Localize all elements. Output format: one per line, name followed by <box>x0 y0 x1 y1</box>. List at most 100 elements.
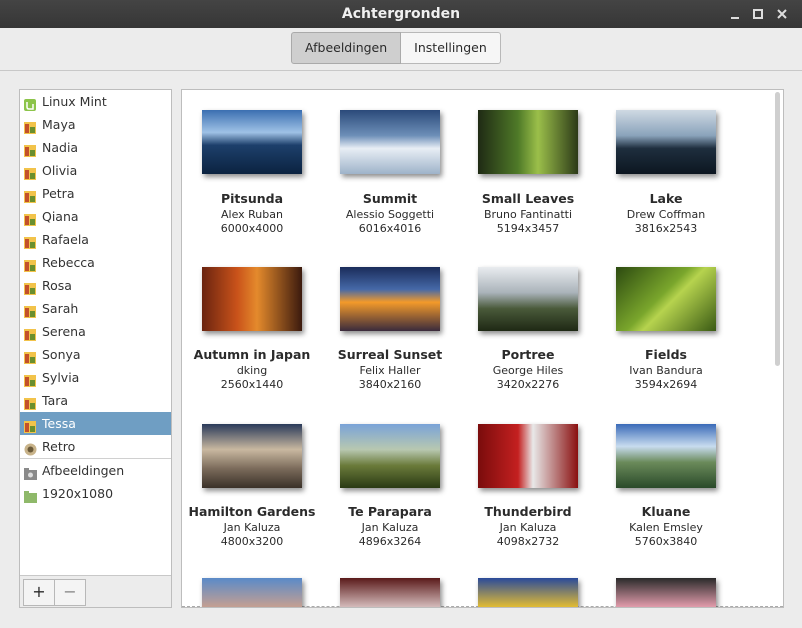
sidebar-item-label: Sarah <box>42 301 79 316</box>
sidebar-item-olivia[interactable]: Olivia <box>20 159 171 182</box>
toolbar: Afbeeldingen Instellingen <box>0 28 802 71</box>
image-folder-icon <box>24 210 36 226</box>
sidebar-item-tara[interactable]: Tara <box>20 389 171 412</box>
wallpaper-name: Hamilton Gardens <box>188 504 316 519</box>
sidebar-item-nadia[interactable]: Nadia <box>20 136 171 159</box>
sidebar-folder-1920x1080[interactable]: 1920x1080 <box>20 482 171 505</box>
window-title: Achtergronden <box>341 6 461 22</box>
sidebar-item-sonya[interactable]: Sonya <box>20 343 171 366</box>
tab-afbeeldingen[interactable]: Afbeeldingen <box>291 32 402 64</box>
sidebar-item-qiana[interactable]: Qiana <box>20 205 171 228</box>
sidebar-item-label: Serena <box>42 324 86 339</box>
wallpaper-name: Pitsunda <box>220 191 284 206</box>
sidebar: Linux Mint Maya Nadia Olivia Petra Qiana Rafae… <box>19 89 172 608</box>
sidebar-folder-label: 1920x1080 <box>42 486 114 501</box>
mint-icon <box>24 95 36 111</box>
sidebar-item-label: Maya <box>42 117 76 132</box>
wallpaper-author: Kalen Emsley <box>629 521 703 534</box>
remove-button[interactable]: − <box>54 579 86 606</box>
sidebar-folder-afbeeldingen[interactable]: Afbeeldingen <box>20 459 171 482</box>
sidebar-item-serena[interactable]: Serena <box>20 320 171 343</box>
sidebar-item-rebecca[interactable]: Rebecca <box>20 251 171 274</box>
sidebar-actions: + − <box>20 575 171 607</box>
wallpaper-thumbnail[interactable] <box>616 110 716 174</box>
wallpaper-resolution: 3816x2543 <box>634 222 698 235</box>
image-folder-icon <box>24 141 36 157</box>
minimize-icon[interactable] <box>726 5 744 23</box>
add-button[interactable]: + <box>23 579 55 606</box>
wallpaper-author: George Hiles <box>492 364 564 377</box>
wallpaper-thumbnail[interactable] <box>478 578 578 607</box>
wallpaper-author: Jan Kaluza <box>361 521 419 534</box>
sidebar-item-sylvia[interactable]: Sylvia <box>20 366 171 389</box>
sidebar-item-linux-mint[interactable]: Linux Mint <box>20 90 171 113</box>
wallpaper-resolution: 2560x1440 <box>220 378 284 391</box>
wallpaper-name: Small Leaves <box>481 191 575 206</box>
image-folder-icon <box>24 348 36 364</box>
scrollbar[interactable] <box>775 92 780 366</box>
wallpaper-thumbnail[interactable] <box>478 424 578 488</box>
sidebar-item-rafaela[interactable]: Rafaela <box>20 228 171 251</box>
sidebar-item-label: Rafaela <box>42 232 89 247</box>
image-folder-icon <box>24 279 36 295</box>
sidebar-item-tessa[interactable]: Tessa <box>20 412 171 435</box>
wallpaper-thumbnail[interactable] <box>202 110 302 174</box>
sidebar-item-label: Petra <box>42 186 75 201</box>
image-folder-icon <box>24 187 36 203</box>
wallpaper-resolution: 3840x2160 <box>358 378 422 391</box>
wallpaper-thumbnail[interactable] <box>340 424 440 488</box>
wallpaper-author: Bruno Fantinatti <box>483 208 573 221</box>
sidebar-item-label: Tara <box>42 393 69 408</box>
image-folder-icon <box>24 394 36 410</box>
wallpaper-thumbnail[interactable] <box>340 578 440 607</box>
wallpaper-author: Felix Haller <box>359 364 421 377</box>
sidebar-item-sarah[interactable]: Sarah <box>20 297 171 320</box>
collection-list: Linux Mint Maya Nadia Olivia Petra Qiana Rafae… <box>20 90 171 505</box>
wallpaper-resolution: 5760x3840 <box>634 535 698 548</box>
sidebar-item-label: Sylvia <box>42 370 80 385</box>
sidebar-item-label: Retro <box>42 439 76 454</box>
wallpaper-author: Ivan Bandura <box>629 364 703 377</box>
wallpaper-name: Thunderbird <box>484 504 572 519</box>
close-icon[interactable] <box>773 5 791 23</box>
wallpaper-name: Lake <box>649 191 683 206</box>
retro-icon <box>24 440 37 456</box>
sidebar-folder-label: Afbeeldingen <box>42 463 125 478</box>
wallpaper-resolution: 5194x3457 <box>496 222 560 235</box>
image-folder-icon <box>24 371 36 387</box>
wallpaper-thumbnail[interactable] <box>202 424 302 488</box>
wallpaper-thumbnail[interactable] <box>616 578 716 607</box>
wallpaper-author: Alex Ruban <box>221 208 283 221</box>
wallpaper-thumbnail[interactable] <box>340 267 440 331</box>
wallpaper-resolution: 6016x4016 <box>358 222 422 235</box>
sidebar-item-retro[interactable]: Retro <box>20 435 171 458</box>
sidebar-item-label: Rosa <box>42 278 72 293</box>
wallpaper-name: Fields <box>645 347 687 362</box>
wallpaper-name: Summit <box>362 191 418 206</box>
sidebar-item-label: Sonya <box>42 347 81 362</box>
wallpaper-thumbnail[interactable] <box>202 267 302 331</box>
wallpaper-thumbnail[interactable] <box>202 578 302 607</box>
tab-bar: Afbeeldingen Instellingen <box>291 32 501 64</box>
wallpaper-resolution: 3420x2276 <box>496 378 560 391</box>
wallpaper-thumbnail[interactable] <box>478 267 578 331</box>
wallpaper-thumbnail[interactable] <box>340 110 440 174</box>
main-content: Linux Mint Maya Nadia Olivia Petra Qiana Rafae… <box>0 71 802 628</box>
wallpaper-resolution: 4800x3200 <box>220 535 284 548</box>
image-folder-icon <box>24 325 36 341</box>
sidebar-item-rosa[interactable]: Rosa <box>20 274 171 297</box>
maximize-icon[interactable] <box>749 5 767 23</box>
wallpaper-thumbnail[interactable] <box>478 110 578 174</box>
sidebar-item-label: Olivia <box>42 163 78 178</box>
wallpaper-thumbnail[interactable] <box>616 424 716 488</box>
wallpaper-resolution: 3594x2694 <box>634 378 698 391</box>
wallpaper-grid[interactable]: Pitsunda Alex Ruban 6000x4000 Summit Alessio… <box>181 89 784 608</box>
wallpaper-name: Te Parapara <box>348 504 432 519</box>
sidebar-item-label: Linux Mint <box>42 94 107 109</box>
image-folder-icon <box>24 164 36 180</box>
sidebar-item-label: Qiana <box>42 209 79 224</box>
sidebar-item-petra[interactable]: Petra <box>20 182 171 205</box>
tab-instellingen[interactable]: Instellingen <box>401 32 501 64</box>
sidebar-item-maya[interactable]: Maya <box>20 113 171 136</box>
wallpaper-thumbnail[interactable] <box>616 267 716 331</box>
